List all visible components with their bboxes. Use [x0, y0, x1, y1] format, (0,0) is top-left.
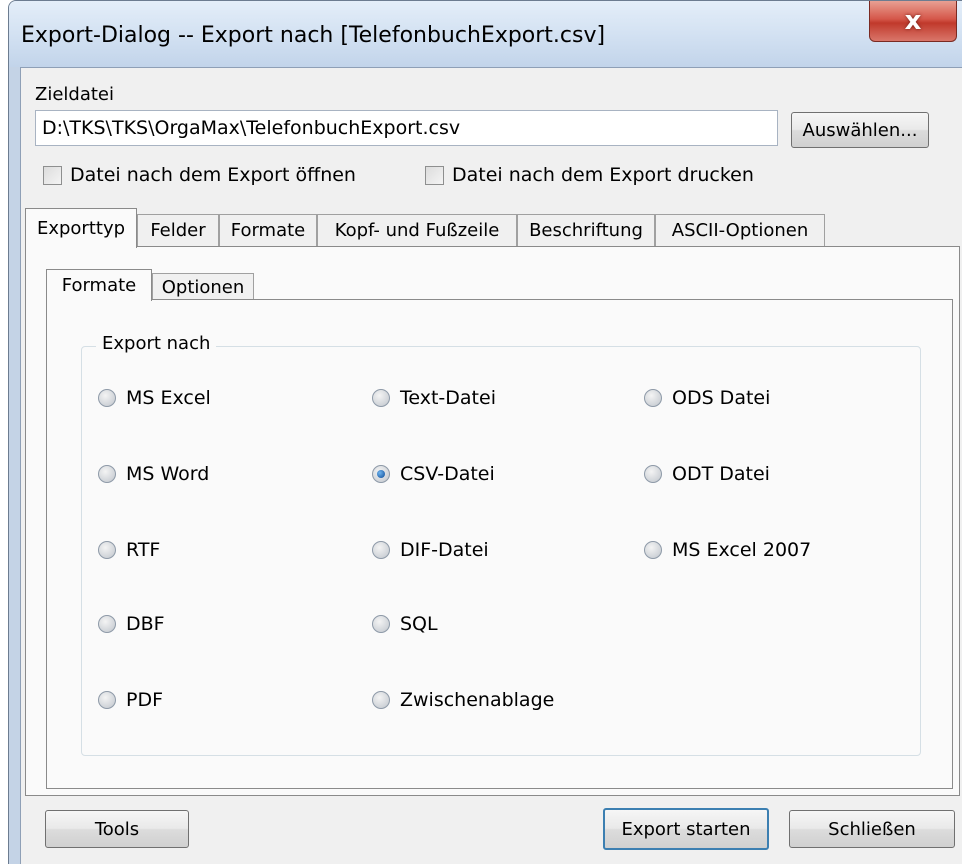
format-option-pdf[interactable]: PDF	[98, 689, 163, 711]
format-label: ODS Datei	[672, 387, 771, 409]
format-option-rtf[interactable]: RTF	[98, 539, 160, 561]
format-label: MS Excel	[126, 387, 211, 409]
radio-button[interactable]	[98, 465, 116, 483]
tab-ascii-optionen[interactable]: ASCII-Optionen	[655, 214, 825, 246]
window-close-button[interactable]: x	[869, 1, 957, 42]
format-label: Zwischenablage	[400, 689, 555, 711]
format-option-csv-datei[interactable]: CSV-Datei	[372, 463, 495, 485]
radio-button[interactable]	[644, 389, 662, 407]
radio-button[interactable]	[372, 691, 390, 709]
format-label: MS Excel 2007	[672, 539, 812, 561]
target-file-label: Zieldatei	[35, 84, 114, 105]
tab-kopf-fusszeile[interactable]: Kopf- und Fußzeile	[317, 214, 517, 246]
select-file-button[interactable]: Auswählen...	[791, 112, 929, 148]
format-option-ods-datei[interactable]: ODS Datei	[644, 387, 770, 409]
format-label: RTF	[126, 539, 161, 561]
radio-button-selected[interactable]	[372, 465, 390, 483]
format-option-dif-datei[interactable]: DIF-Datei	[372, 539, 489, 561]
format-option-text-datei[interactable]: Text-Datei	[372, 387, 496, 409]
radio-button[interactable]	[644, 541, 662, 559]
format-label: DIF-Datei	[400, 539, 489, 561]
window-title: Export-Dialog -- Export nach [Telefonbuc…	[21, 23, 606, 48]
tab-exporttyp[interactable]: Exporttyp	[25, 208, 137, 248]
format-option-ms-word[interactable]: MS Word	[98, 463, 209, 485]
close-button[interactable]: Schließen	[789, 810, 955, 848]
radio-button[interactable]	[98, 541, 116, 559]
radio-button[interactable]	[644, 465, 662, 483]
export-dialog-window: Export-Dialog -- Export nach [Telefonbuc…	[8, 0, 962, 864]
export-group-label: Export nach	[96, 333, 217, 354]
format-label: CSV-Datei	[400, 463, 495, 485]
format-option-sql[interactable]: SQL	[372, 613, 438, 635]
dialog-client-area: Zieldatei D:\TKS\TKS\OrgaMax\Telefonbuch…	[20, 67, 962, 864]
open-after-export-checkbox[interactable]	[43, 165, 62, 185]
format-option-odt-datei[interactable]: ODT Datei	[644, 463, 770, 485]
tab-beschriftung[interactable]: Beschriftung	[517, 214, 655, 246]
inner-tab-optionen[interactable]: Optionen	[152, 273, 254, 301]
format-label: PDF	[126, 689, 164, 711]
radio-button[interactable]	[98, 389, 116, 407]
radio-button[interactable]	[372, 389, 390, 407]
export-format-group: Export nach MS Excel MS Word RTF DBF PDF…	[81, 333, 921, 756]
tab-formate[interactable]: Formate	[219, 214, 317, 246]
radio-button[interactable]	[372, 541, 390, 559]
format-label: DBF	[126, 613, 165, 635]
format-label: Text-Datei	[400, 387, 496, 409]
tools-button[interactable]: Tools	[45, 810, 189, 848]
formate-panel: Export nach MS Excel MS Word RTF DBF PDF…	[46, 299, 953, 789]
format-option-ms-excel[interactable]: MS Excel	[98, 387, 211, 409]
format-label: ODT Datei	[672, 463, 770, 485]
close-icon: x	[904, 6, 922, 36]
radio-button[interactable]	[98, 691, 116, 709]
open-after-export-option[interactable]: Datei nach dem Export öffnen	[43, 164, 356, 186]
format-label: MS Word	[126, 463, 210, 485]
inner-tab-formate[interactable]: Formate	[46, 269, 152, 301]
format-label: SQL	[400, 613, 438, 635]
format-option-zwischenablage[interactable]: Zwischenablage	[372, 689, 554, 711]
format-option-dbf[interactable]: DBF	[98, 613, 165, 635]
tab-felder[interactable]: Felder	[137, 214, 219, 246]
target-path-input[interactable]: D:\TKS\TKS\OrgaMax\TelefonbuchExport.csv	[35, 110, 778, 146]
title-bar[interactable]: Export-Dialog -- Export nach [Telefonbuc…	[9, 1, 962, 67]
radio-button[interactable]	[372, 615, 390, 633]
open-after-export-label: Datei nach dem Export öffnen	[70, 164, 356, 186]
main-tab-strip: Exporttyp Felder Formate Kopf- und Fußze…	[21, 206, 962, 248]
radio-button[interactable]	[98, 615, 116, 633]
exporttyp-tab-panel: Formate Optionen Export nach MS Excel MS…	[25, 246, 960, 796]
print-after-export-checkbox[interactable]	[425, 165, 444, 185]
format-option-ms-excel-2007[interactable]: MS Excel 2007	[644, 539, 811, 561]
print-after-export-option[interactable]: Datei nach dem Export drucken	[425, 164, 754, 186]
export-start-button[interactable]: Export starten	[603, 808, 769, 850]
print-after-export-label: Datei nach dem Export drucken	[452, 164, 754, 186]
